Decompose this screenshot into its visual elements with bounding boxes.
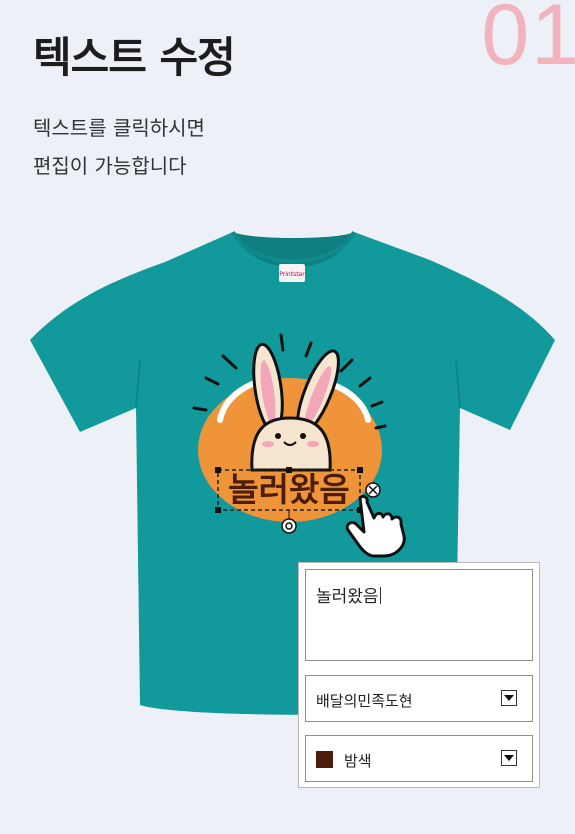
text-editor-panel: 놀러왔음 배달의민족도현 밤색 [298, 562, 540, 788]
design-text: 놀러왔음 [228, 470, 349, 509]
text-input-value: 놀러왔음 [316, 587, 379, 607]
color-select-value: 밤색 [344, 752, 372, 770]
color-swatch [316, 751, 333, 768]
color-select[interactable]: 밤색 [305, 735, 533, 782]
dropdown-arrow-icon[interactable] [501, 690, 517, 706]
font-select-value: 배달의민족도현 [316, 692, 413, 710]
text-caret [379, 587, 381, 604]
svg-text:Printstar: Printstar [279, 271, 305, 278]
rotate-handle-icon[interactable] [281, 518, 297, 534]
page-title: 텍스트 수정 [33, 33, 236, 82]
text-input-field[interactable]: 놀러왔음 [305, 569, 533, 661]
step-number: 01 [481, 0, 575, 83]
font-select[interactable]: 배달의민족도현 [305, 675, 533, 722]
description-line-1: 텍스트를 클릭하시면 [33, 116, 205, 140]
description-line-2: 편집이 가능합니다 [33, 154, 187, 178]
dropdown-arrow-icon[interactable] [501, 750, 517, 766]
